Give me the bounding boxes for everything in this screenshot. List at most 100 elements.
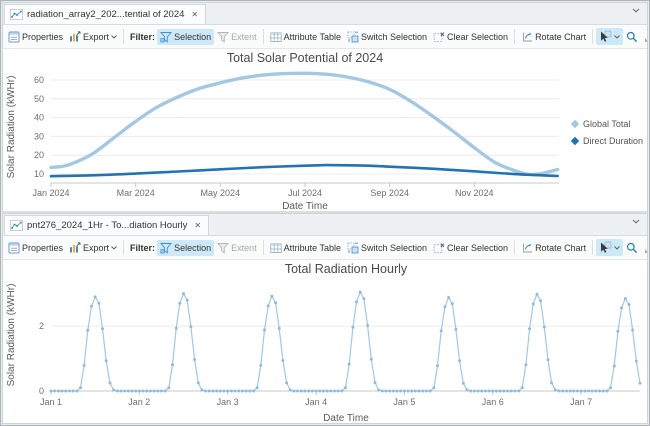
close-icon[interactable]: ✕ xyxy=(194,221,201,230)
filter-selection-button[interactable]: Selection xyxy=(157,29,214,45)
switch-selection-button[interactable]: Switch Selection xyxy=(344,29,430,45)
clear-selection-button[interactable]: Clear Selection xyxy=(430,240,511,256)
select-mode-button[interactable] xyxy=(596,28,623,45)
chevron-down-icon[interactable] xyxy=(632,8,640,13)
properties-button[interactable]: Properties xyxy=(5,29,66,45)
data-point-marker xyxy=(554,389,557,392)
y-tick-label: 2 xyxy=(39,321,44,331)
radiation-hourly-chart[interactable]: 02Jan 1Jan 2Jan 3Jan 4Jan 5Jan 6Jan 7Tot… xyxy=(3,260,647,423)
data-point-marker xyxy=(340,390,343,393)
extent-funnel-icon xyxy=(217,242,229,254)
data-point-marker xyxy=(587,390,590,393)
solar-potential-chart-area: 102030405060Jan 2024Mar 2024May 2024Jul … xyxy=(3,49,647,211)
attribute-table-button[interactable]: Attribute Table xyxy=(267,240,344,256)
x-tick-label: Jul 2024 xyxy=(288,188,322,198)
data-point-marker xyxy=(635,360,638,363)
attribute-table-button[interactable]: Attribute Table xyxy=(267,29,344,45)
data-point-marker xyxy=(97,302,100,305)
data-point-marker xyxy=(539,299,542,302)
data-point-marker xyxy=(528,327,531,330)
data-point-marker xyxy=(134,390,137,393)
data-point-marker xyxy=(164,390,167,393)
data-point-marker xyxy=(289,389,292,392)
data-point-marker xyxy=(90,305,93,308)
data-point-marker xyxy=(212,390,215,393)
data-point-marker xyxy=(171,363,174,366)
full-extent-button[interactable] xyxy=(641,29,647,45)
filter-selection-button[interactable]: Selection xyxy=(157,240,214,256)
toolbar-separator xyxy=(123,29,124,44)
toolbar-separator xyxy=(123,240,124,255)
data-point-marker xyxy=(535,293,538,296)
data-point-marker xyxy=(613,365,616,368)
filter-extent-button[interactable]: Extent xyxy=(214,240,260,256)
tab-radiation-hourly[interactable]: pnt276_2024_1Hr - To...diation Hourly ✕ xyxy=(4,215,209,235)
full-extent-button[interactable] xyxy=(641,240,647,256)
filter-extent-button[interactable]: Extent xyxy=(214,29,260,45)
zoom-mode-button[interactable] xyxy=(623,240,641,256)
data-point-marker xyxy=(410,390,413,393)
data-point-marker xyxy=(484,390,487,393)
data-point-marker xyxy=(94,295,97,298)
data-point-marker xyxy=(186,299,189,302)
rotate-chart-button[interactable]: Rotate Chart xyxy=(518,240,589,256)
zoom-mode-button[interactable] xyxy=(623,29,641,45)
chevron-down-icon xyxy=(111,246,117,250)
data-point-marker xyxy=(480,390,483,393)
data-point-marker xyxy=(119,390,122,393)
chevron-down-icon xyxy=(614,35,620,39)
tab-solar-potential[interactable]: radiation_array2_202...tential of 2024 ✕ xyxy=(4,4,206,24)
chevron-down-icon[interactable] xyxy=(632,219,640,224)
data-point-marker xyxy=(72,390,75,393)
chart-title: Total Solar Potential of 2024 xyxy=(227,51,383,65)
data-point-marker xyxy=(616,330,619,333)
data-point-marker xyxy=(61,390,64,393)
tab-title: radiation_array2_202...tential of 2024 xyxy=(27,9,184,20)
data-point-marker xyxy=(421,390,424,393)
series-line xyxy=(51,165,558,176)
data-point-marker xyxy=(108,381,111,384)
switch-selection-icon xyxy=(347,31,359,43)
data-point-marker xyxy=(396,390,399,393)
data-point-marker xyxy=(50,390,53,393)
data-point-marker xyxy=(86,329,89,332)
data-point-marker xyxy=(204,390,207,393)
rotate-chart-icon xyxy=(521,31,533,43)
properties-button[interactable]: Properties xyxy=(5,240,66,256)
export-button[interactable]: Export xyxy=(66,240,120,256)
pointer-icon xyxy=(599,30,612,43)
legend-item-global-total[interactable]: Global Total xyxy=(572,119,643,129)
export-button[interactable]: Export xyxy=(66,29,120,45)
data-point-marker xyxy=(138,390,141,393)
data-point-marker xyxy=(153,390,156,393)
data-point-marker xyxy=(639,382,642,385)
data-point-marker xyxy=(547,358,550,361)
x-tick-label: Jan 4 xyxy=(305,397,327,407)
tabbar: pnt276_2024_1Hr - To...diation Hourly ✕ xyxy=(3,214,647,236)
rotate-chart-button[interactable]: Rotate Chart xyxy=(518,29,589,45)
rotate-chart-icon xyxy=(521,242,533,254)
clear-selection-button[interactable]: Clear Selection xyxy=(430,29,511,45)
data-point-marker xyxy=(281,359,284,362)
solar-potential-chart[interactable]: 102030405060Jan 2024Mar 2024May 2024Jul … xyxy=(3,49,647,211)
data-point-marker xyxy=(407,390,410,393)
x-tick-label: May 2024 xyxy=(201,188,241,198)
data-point-marker xyxy=(594,390,597,393)
close-icon[interactable]: ✕ xyxy=(191,10,198,19)
x-tick-label: Jan 5 xyxy=(393,397,415,407)
data-point-marker xyxy=(502,390,505,393)
selection-funnel-icon xyxy=(160,31,172,43)
data-point-marker xyxy=(337,390,340,393)
select-mode-button[interactable] xyxy=(596,239,623,256)
switch-selection-button[interactable]: Switch Selection xyxy=(344,240,430,256)
legend-item-direct-duration[interactable]: Direct Duration xyxy=(572,136,643,146)
data-point-marker xyxy=(208,390,211,393)
export-icon xyxy=(69,242,81,254)
series-marker xyxy=(571,120,579,128)
x-tick-label: Jan 2 xyxy=(128,397,150,407)
data-point-marker xyxy=(215,390,218,393)
data-point-marker xyxy=(628,303,631,306)
properties-icon xyxy=(8,242,20,254)
data-point-marker xyxy=(513,390,516,393)
data-point-marker xyxy=(543,326,546,329)
